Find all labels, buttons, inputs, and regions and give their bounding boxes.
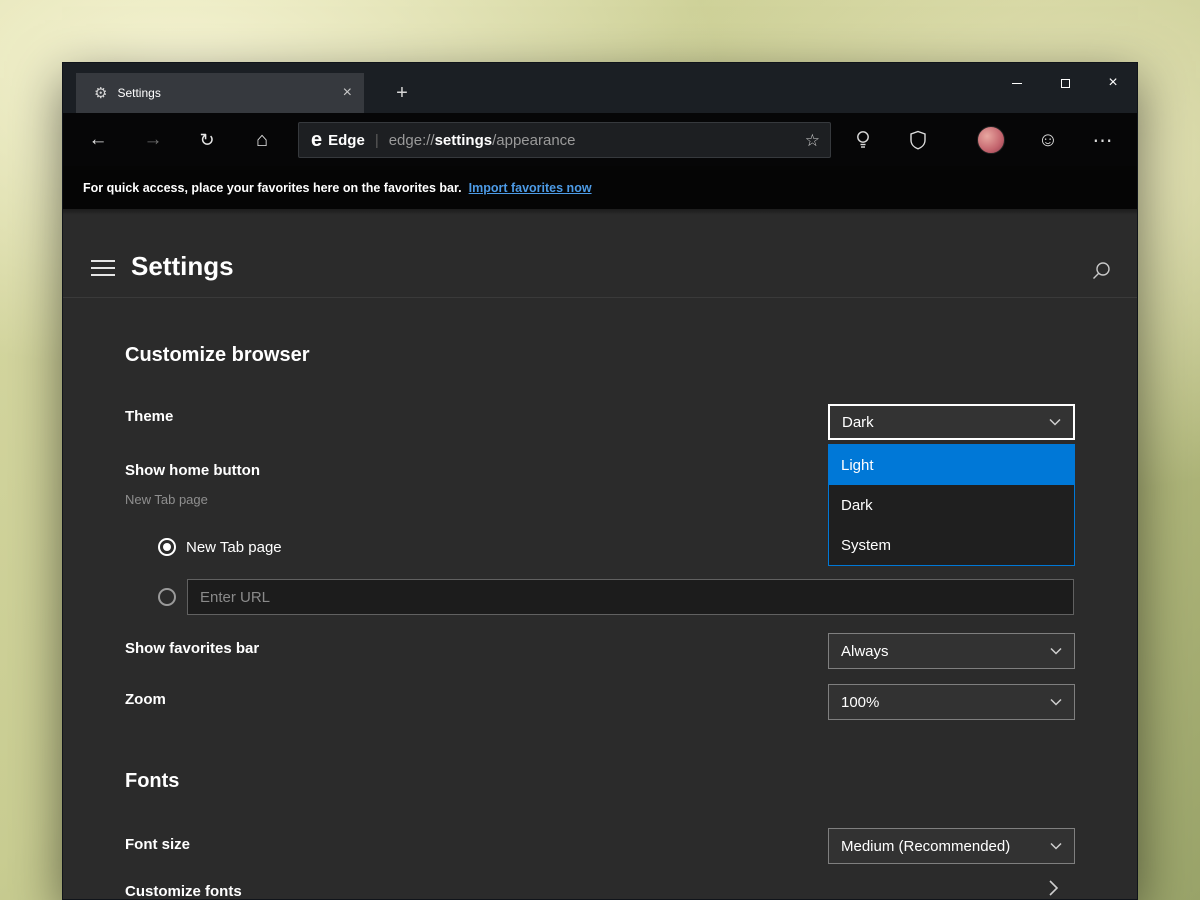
radio-new-tab-page-label: New Tab page [186,539,282,556]
chevron-down-icon [1049,418,1061,426]
customize-fonts-chevron[interactable] [1046,879,1060,897]
search-button[interactable] [1085,255,1117,287]
maximize-icon [1061,79,1070,88]
tab-bar: ⚙ Settings × + × [63,63,1137,113]
radio-new-tab-page[interactable] [158,538,176,556]
close-button[interactable]: × [1089,63,1137,103]
chevron-down-icon [1050,647,1062,655]
font-size-label: Font size [125,836,190,853]
section-heading-customize-browser: Customize browser [125,344,309,367]
import-favorites-link[interactable]: Import favorites now [469,181,592,195]
show-home-button-label: Show home button [125,462,260,479]
url-path: /appearance [492,132,575,149]
url-host: settings [435,132,493,149]
profile-avatar[interactable] [977,126,1005,154]
customize-fonts-item[interactable]: Customize fonts [125,883,242,900]
theme-option-light[interactable]: Light [829,445,1074,485]
back-button[interactable]: ← [78,120,118,160]
minimize-icon [1012,83,1022,84]
forward-icon: → [144,129,163,151]
zoom-select[interactable]: 100% [828,684,1075,720]
url-input[interactable] [187,579,1074,615]
theme-select[interactable]: Dark [828,404,1075,440]
smiley-icon: ☺ [1038,129,1058,152]
lightbulb-button[interactable] [845,120,881,160]
show-favorites-bar-select[interactable]: Always [828,633,1075,669]
tab-close-icon[interactable]: × [343,85,352,101]
close-icon: × [1108,75,1117,91]
search-icon [1091,261,1111,281]
maximize-button[interactable] [1041,63,1089,103]
gear-icon: ⚙ [94,86,107,101]
home-button[interactable]: ⌂ [242,120,282,160]
theme-dropdown: Light Dark System [828,444,1075,566]
tab-title: Settings [117,86,342,100]
edge-logo-icon: e [311,130,322,150]
theme-option-dark[interactable]: Dark [829,485,1074,525]
browser-toolbar: ← → ↻ ⌂ e Edge | edge://settings/appeara… [63,113,1137,166]
back-icon: ← [89,129,108,151]
settings-tab[interactable]: ⚙ Settings × [76,73,364,113]
radio-custom-url[interactable] [158,588,176,606]
desktop-background: { "window": { "tab_title": "Settings" },… [0,0,1200,900]
font-size-select[interactable]: Medium (Recommended) [828,828,1075,864]
url-text[interactable]: edge://settings/appearance [389,132,797,149]
ellipsis-icon: ⋯ [1093,128,1114,153]
show-home-button-sublabel: New Tab page [125,492,208,507]
shield-icon [909,130,927,150]
plus-icon: + [396,82,408,105]
settings-page: Settings Customize browser Theme Dark Li… [63,209,1137,899]
page-title: Settings [131,251,234,282]
chevron-down-icon [1050,842,1062,850]
refresh-button[interactable]: ↻ [187,120,227,160]
home-icon: ⌂ [256,129,268,152]
more-button[interactable]: ⋯ [1085,120,1121,160]
theme-label: Theme [125,408,173,425]
edge-label: Edge [328,132,365,149]
chevron-right-icon [1046,879,1060,897]
section-heading-fonts: Fonts [125,770,179,793]
feedback-button[interactable]: ☺ [1030,120,1066,160]
new-tab-button[interactable]: + [381,73,423,113]
hamburger-button[interactable] [91,260,115,277]
chevron-down-icon [1050,698,1062,706]
browser-window: ⚙ Settings × + × ← → ↻ [62,62,1138,900]
hamburger-icon [91,260,115,262]
address-bar[interactable]: e Edge | edge://settings/appearance ☆ [298,122,831,158]
shield-button[interactable] [900,120,936,160]
window-controls: × [993,63,1137,103]
favorite-star-icon[interactable]: ☆ [805,132,820,149]
address-separator: | [375,132,379,149]
theme-option-system[interactable]: System [829,525,1074,565]
url-scheme: edge:// [389,132,435,149]
theme-select-value: Dark [842,414,874,431]
favorites-notice-bar: For quick access, place your favorites h… [63,166,1137,209]
show-favorites-bar-value: Always [841,643,889,660]
show-favorites-bar-label: Show favorites bar [125,640,259,657]
lightbulb-icon [854,130,872,150]
refresh-icon: ↻ [199,130,214,151]
minimize-button[interactable] [993,63,1041,103]
header-divider [63,297,1137,298]
zoom-label: Zoom [125,691,166,708]
font-size-value: Medium (Recommended) [841,838,1010,855]
forward-button[interactable]: → [133,120,173,160]
zoom-value: 100% [841,694,879,711]
notice-text: For quick access, place your favorites h… [83,181,462,195]
